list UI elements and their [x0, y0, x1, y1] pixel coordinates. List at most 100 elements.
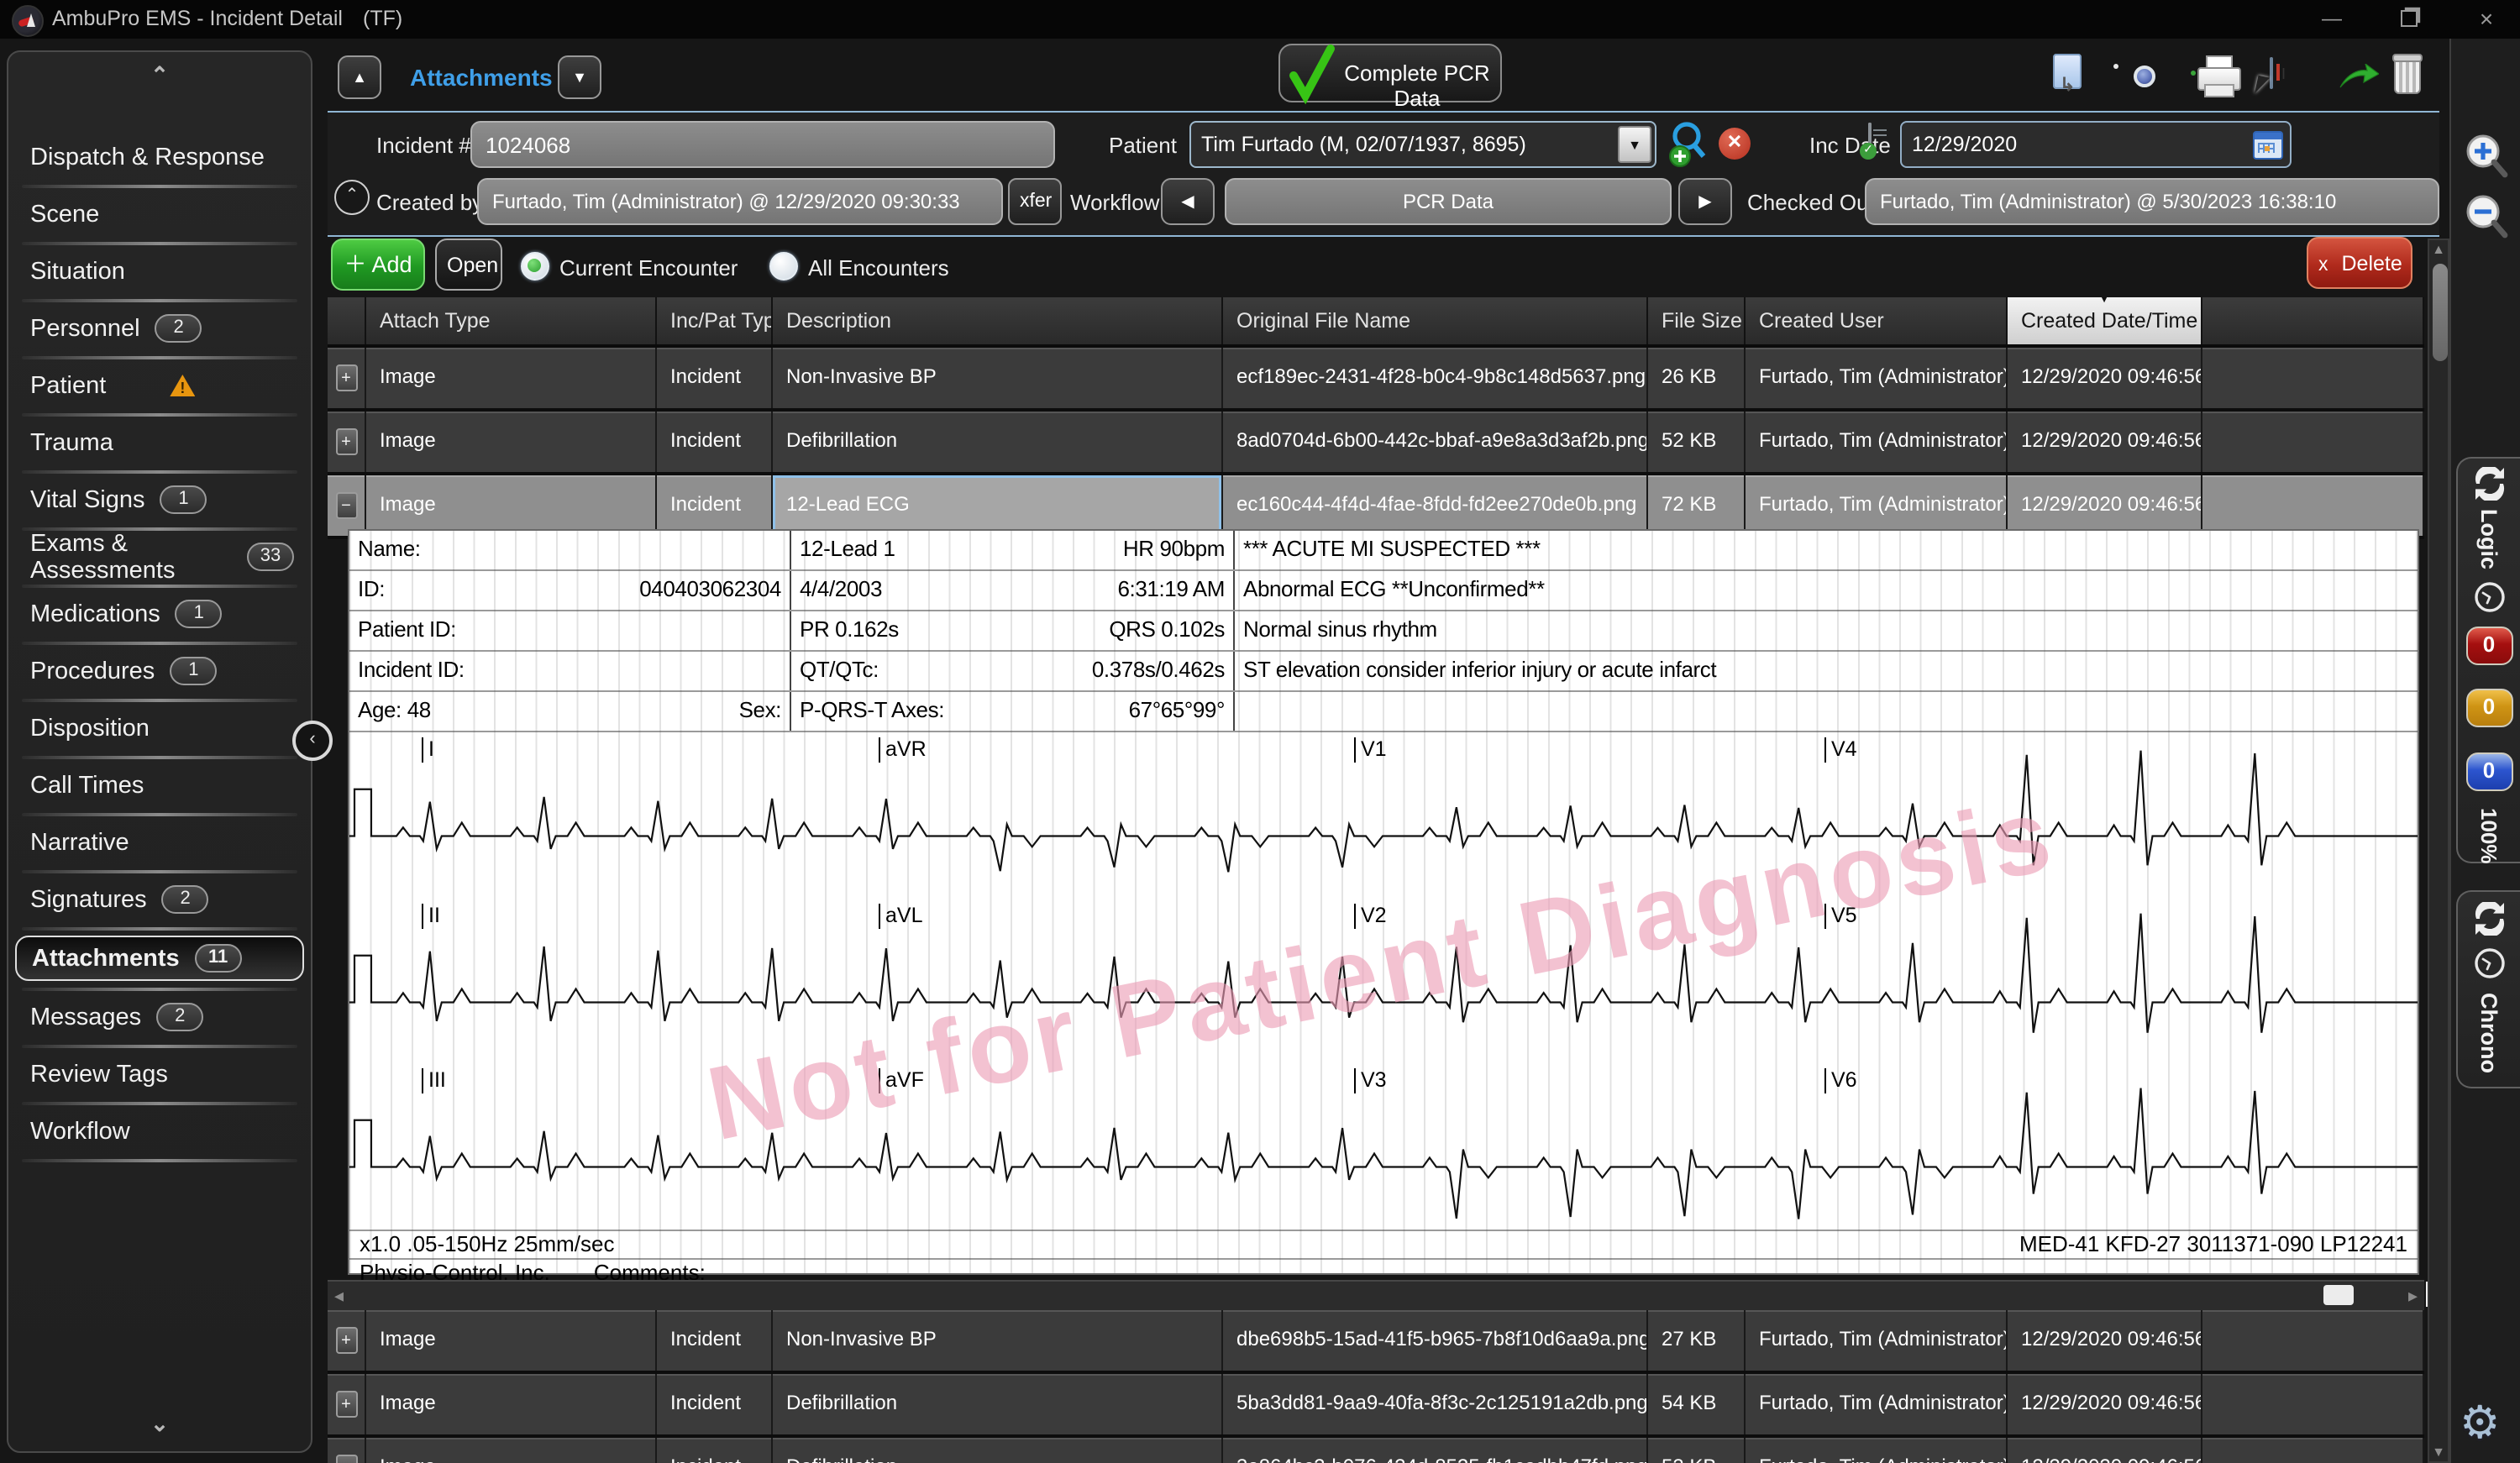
table-row[interactable]: + ImageIncidentDefibrillation3e864bc2-b07… [328, 1438, 2424, 1463]
table-row[interactable]: + Image Incident Defibrillation 8ad0704d-6b0… [328, 412, 2424, 475]
logic-tab[interactable]: Logic 0 0 0 100% [2456, 457, 2520, 864]
sidebar-item-scene[interactable]: Scene [8, 193, 311, 235]
cell-description: Non-Invasive BP [773, 1310, 1223, 1371]
cell-file-name: ecf189ec-2431-4f28-b0c4-9b8c148d5637.png [1223, 348, 1648, 408]
scroll-down-icon[interactable]: ▼ [2429, 1445, 2448, 1460]
sidebar-scroll-up-icon[interactable]: ⌃ [8, 62, 311, 89]
sidebar-item-narrative[interactable]: Narrative [8, 821, 311, 863]
zoom-out-icon[interactable] [2463, 191, 2510, 242]
column-description[interactable]: Description [773, 297, 1223, 344]
scroll-left-icon[interactable]: ◂ [334, 1285, 344, 1307]
x-icon: x [2318, 254, 2328, 275]
header-collapse-toggle[interactable]: ⌃ [334, 180, 370, 215]
column-created-user[interactable]: Created User [1746, 297, 2008, 344]
zoom-in-icon[interactable] [2463, 131, 2510, 181]
column-inc-pat-type[interactable]: Inc/Pat Type [657, 297, 773, 344]
add-button[interactable]: ＋ Add [331, 239, 425, 291]
horizontal-scrollbar[interactable]: ◂ ▸ [328, 1280, 2424, 1310]
close-button[interactable]: × [2470, 5, 2503, 34]
divider [22, 926, 297, 930]
sidebar-item-review-tags[interactable]: Review Tags [8, 1053, 311, 1095]
divider [22, 584, 297, 587]
restore-button[interactable] [2392, 5, 2426, 34]
sidebar-item-medications[interactable]: Medications 1 [8, 593, 311, 635]
radio-all-encounters[interactable] [769, 252, 798, 281]
scroll-right-icon[interactable]: ▸ [2408, 1285, 2418, 1307]
sidebar-item-call-times[interactable]: Call Times [8, 764, 311, 806]
expand-row-button[interactable]: + [335, 364, 357, 391]
cell-file-name: ec160c44-4f4d-4fae-8fdd-fd2ee270de0b.png [1223, 475, 1648, 536]
column-attach-type[interactable]: Attach Type [366, 297, 657, 344]
expand-row-button[interactable]: + [335, 428, 357, 455]
date-note-icon[interactable] [1868, 123, 1872, 155]
collapse-row-button[interactable]: − [335, 492, 357, 519]
delete-button[interactable]: x Delete [2307, 237, 2412, 289]
count-badge: 11 [194, 944, 242, 973]
divider [22, 1101, 297, 1104]
table-rows-bottom: + Image Incident Non-Invasive BP dbe698b5-15… [328, 1310, 2424, 1463]
ecg-waveform [349, 750, 2418, 873]
section-next-button[interactable]: ▼ [558, 55, 601, 99]
incident-number-input[interactable]: 1024068 [470, 121, 1055, 168]
sidebar-item-trauma[interactable]: Trauma [8, 422, 311, 464]
sidebar-item-dispatch-response[interactable]: Dispatch & Response [8, 136, 311, 178]
cell-file-size: 52 KB [1648, 412, 1746, 472]
column-created-datetime[interactable]: ▼ Created Date/Time [2008, 297, 2202, 344]
sidebar-item-situation[interactable]: Situation [8, 250, 311, 292]
patient-search-add-icon[interactable] [1668, 121, 1710, 168]
sidebar-item-procedures[interactable]: Procedures 1 [8, 650, 311, 692]
divider [22, 698, 297, 701]
radio-current-encounter[interactable] [521, 252, 549, 281]
settings-gear-icon[interactable]: ⚙ [2460, 1397, 2500, 1450]
sidebar-collapse-button[interactable]: ‹ [292, 721, 333, 761]
scroll-up-icon[interactable]: ▲ [2429, 242, 2448, 257]
text-entry-icon[interactable] [2254, 57, 2279, 98]
sidebar-item-disposition[interactable]: Disposition [8, 707, 311, 749]
patient-clear-icon[interactable]: ✕ [1719, 128, 1751, 160]
open-button[interactable]: Open [435, 239, 502, 291]
created-by-label: Created by [376, 190, 484, 215]
section-prev-button[interactable]: ▲ [338, 55, 381, 99]
sidebar-item-messages[interactable]: Messages 2 [8, 996, 311, 1038]
ecg-image-preview[interactable]: Name: 12-Lead 1 HR 90bpm *** ACUTE MI SUSPE… [348, 529, 2419, 1285]
inc-date-input[interactable]: 12/29/2020 [1900, 121, 2292, 168]
patient-label: Patient [1109, 133, 1177, 158]
cell-file-size: 27 KB [1648, 1310, 1746, 1371]
sidebar-item-vital-signs[interactable]: Vital Signs 1 [8, 479, 311, 521]
column-original-file-name[interactable]: Original File Name [1223, 297, 1648, 344]
xfer-button[interactable]: xfer [1008, 178, 1062, 225]
table-row[interactable]: + Image Incident Non-Invasive BP ecf189ec-24… [328, 348, 2424, 412]
vertical-scroll-thumb[interactable] [2433, 264, 2448, 361]
sidebar-item-workflow[interactable]: Workflow [8, 1110, 311, 1152]
patient-select[interactable]: Tim Furtado (M, 02/07/1937, 8695) ▼ [1189, 121, 1656, 168]
sidebar-scroll-down-icon[interactable]: ⌄ [8, 1411, 311, 1438]
complete-pcr-button[interactable]: Complete PCR Data [1278, 44, 1502, 111]
chrono-tab[interactable]: Chrono [2456, 890, 2520, 1088]
divider [22, 987, 297, 990]
column-file-size[interactable]: File Size [1648, 297, 1746, 344]
sidebar-item-attachments[interactable]: Attachments 11 [15, 936, 304, 981]
sidebar-item-personnel[interactable]: Personnel 2 [8, 307, 311, 349]
table-row[interactable]: + Image Incident Non-Invasive BP dbe698b5-15… [328, 1310, 2424, 1374]
horizontal-scroll-thumb[interactable] [2323, 1285, 2354, 1305]
table-row[interactable]: + Image Incident Defibrillation 5ba3dd81-9aa… [328, 1374, 2424, 1438]
copy-icon[interactable]: ↳ [2053, 54, 2093, 97]
vertical-scrollbar[interactable]: ▲ ▼ [2428, 239, 2449, 1463]
sidebar-item-signatures[interactable]: Signatures 2 [8, 878, 311, 920]
expand-row-button[interactable]: + [335, 1455, 357, 1463]
expand-row-button[interactable]: + [335, 1391, 357, 1418]
expand-row-button[interactable]: + [335, 1327, 357, 1354]
workflow-next-button[interactable]: ▶ [1678, 178, 1732, 225]
attachments-table-bottom: + Image Incident Non-Invasive BP dbe698b5-15… [328, 1310, 2424, 1463]
sidebar-item-patient[interactable]: Patient! [8, 364, 311, 406]
patient-dropdown-icon[interactable]: ▼ [1618, 126, 1651, 163]
cell-file-size: 54 KB [1648, 1374, 1746, 1434]
workflow-prev-button[interactable]: ◀ [1161, 178, 1215, 225]
minimize-button[interactable]: — [2315, 5, 2349, 34]
sidebar-item-exams-assessments[interactable]: Exams & Assessments 33 [8, 530, 311, 584]
cell-filler [2202, 1438, 2424, 1463]
forward-icon[interactable] [2339, 64, 2379, 91]
app-window: AmbuPro EMS - Incident Detail (TF) — × ⌃ … [0, 0, 2520, 1463]
calendar-icon[interactable] [2253, 131, 2283, 160]
cell-file-size: 53 KB [1648, 1438, 1746, 1463]
